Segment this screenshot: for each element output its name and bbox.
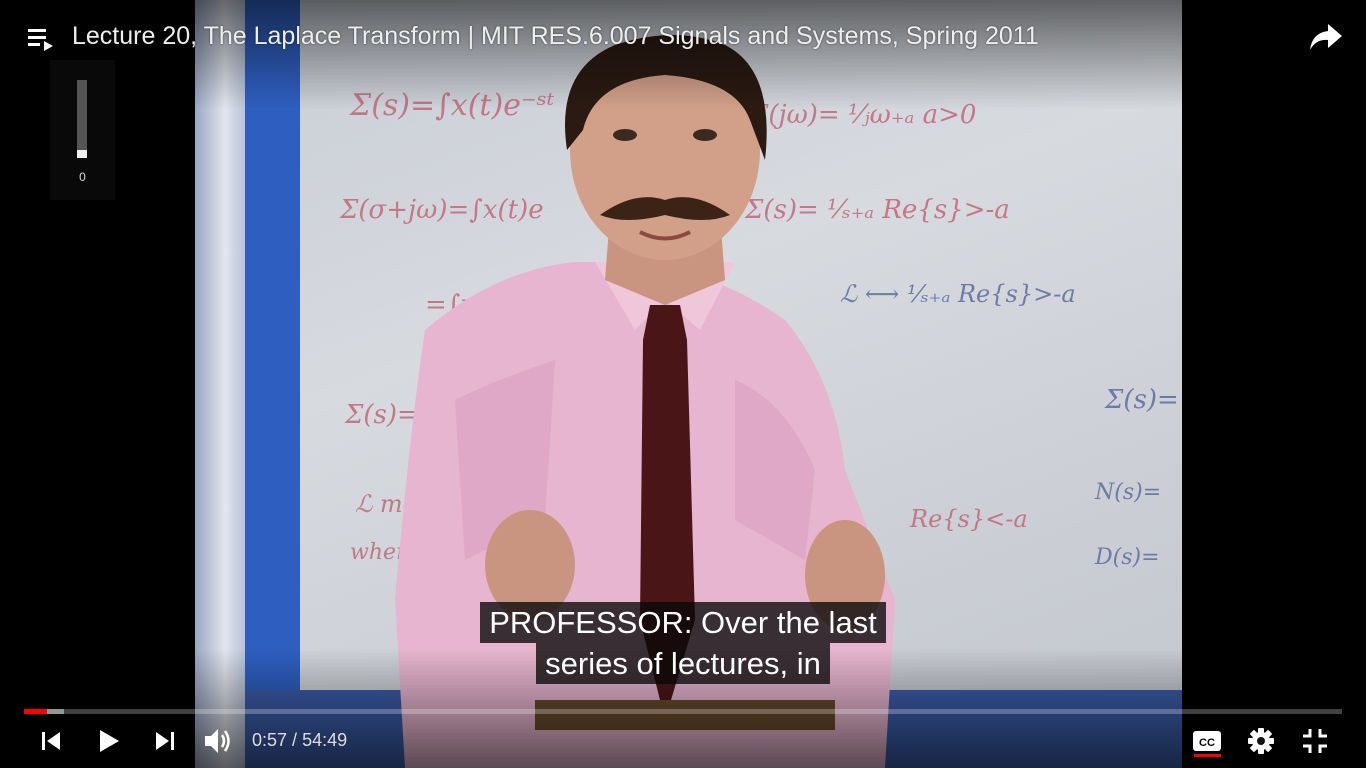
share-icon — [1310, 24, 1342, 50]
time-separator: / — [287, 730, 303, 750]
captions-icon: CC — [1193, 731, 1221, 751]
svg-text:CC: CC — [1199, 737, 1215, 749]
progress-played — [24, 709, 47, 714]
caption-line: PROFESSOR: Over the last — [480, 602, 886, 643]
captions-active-indicator — [1194, 754, 1221, 757]
exit-fullscreen-button[interactable] — [1298, 724, 1332, 758]
caption-window: PROFESSOR: Over the last series of lectu… — [0, 602, 1366, 684]
volume-value: 0 — [79, 170, 86, 184]
volume-slider[interactable] — [77, 80, 87, 158]
top-gradient — [0, 0, 1366, 110]
volume-slider-fill — [77, 150, 87, 158]
captions-button[interactable]: CC — [1190, 724, 1224, 758]
progress-bar[interactable] — [24, 709, 1342, 714]
settings-icon — [1248, 728, 1274, 754]
next-icon — [156, 732, 174, 750]
share-button[interactable] — [1308, 20, 1344, 54]
video-title[interactable]: Lecture 20, The Laplace Transform | MIT … — [72, 20, 1039, 52]
settings-button[interactable] — [1244, 724, 1278, 758]
exit-fullscreen-icon — [1303, 729, 1327, 753]
playlist-button[interactable] — [26, 26, 56, 52]
play-button[interactable] — [92, 724, 124, 758]
volume-button[interactable] — [200, 724, 236, 758]
volume-popup: 0 — [50, 60, 115, 200]
time-display: 0:57 / 54:49 — [252, 730, 347, 751]
play-icon — [100, 730, 119, 752]
duration: 54:49 — [302, 730, 348, 750]
playlist-icon — [28, 29, 53, 51]
next-button[interactable] — [150, 724, 180, 758]
caption-line: series of lectures, in — [536, 643, 830, 684]
current-time: 0:57 — [252, 730, 288, 750]
previous-icon — [42, 732, 60, 750]
previous-button[interactable] — [36, 724, 66, 758]
volume-icon — [205, 729, 230, 753]
